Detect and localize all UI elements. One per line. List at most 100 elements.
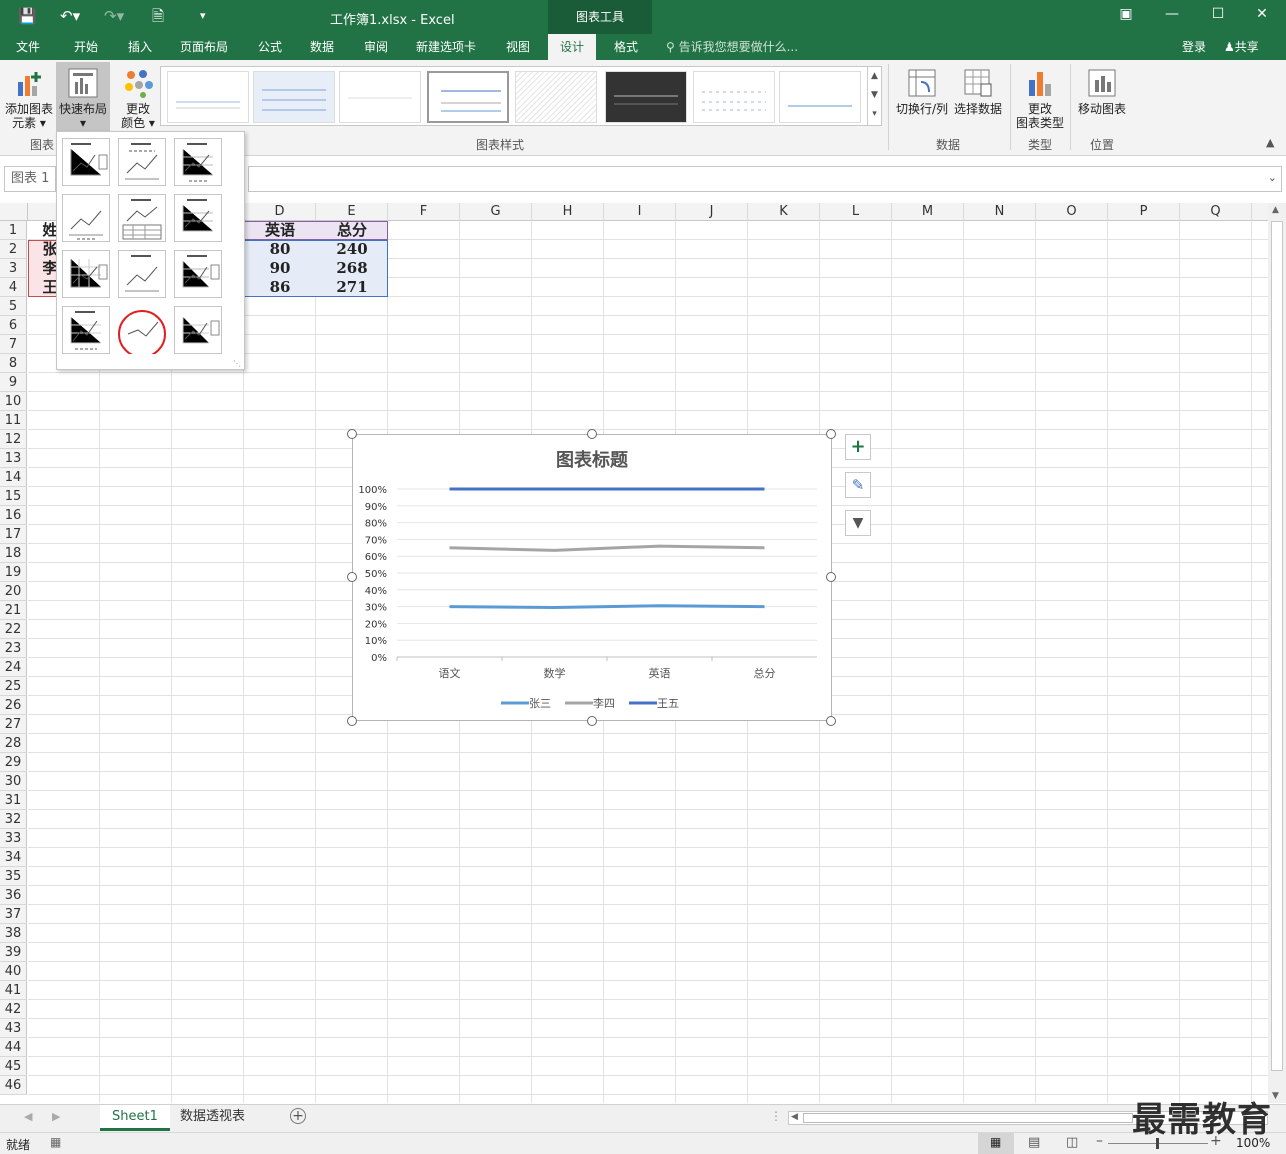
tab-home[interactable]: 开始 <box>74 38 98 56</box>
cell-d2[interactable]: 80 <box>244 240 316 259</box>
row-header[interactable]: 17 <box>0 525 27 544</box>
column-header[interactable]: Q <box>1180 203 1252 221</box>
select-data-button[interactable]: 选择数据 <box>952 68 1004 116</box>
vertical-scrollbar[interactable]: ▲ ▼ <box>1268 203 1286 1103</box>
row-header[interactable]: 20 <box>0 582 27 601</box>
tab-view[interactable]: 视图 <box>506 38 530 56</box>
row-header[interactable]: 21 <box>0 601 27 620</box>
tab-splitter-icon[interactable]: ⋮ <box>770 1109 782 1123</box>
column-header[interactable]: I <box>604 203 676 221</box>
formula-input[interactable]: ⌄ <box>248 166 1282 192</box>
tab-data[interactable]: 数据 <box>310 38 334 56</box>
resize-handle[interactable] <box>826 572 836 582</box>
layout-11[interactable] <box>118 306 166 358</box>
row-header[interactable]: 10 <box>0 392 27 411</box>
chart-style-7[interactable] <box>693 71 775 123</box>
expand-formula-icon[interactable]: ⌄ <box>1268 171 1277 184</box>
layout-12[interactable] <box>174 306 222 354</box>
row-header[interactable]: 15 <box>0 487 27 506</box>
gallery-scroll[interactable]: ▲ ▼ ▾ <box>867 67 881 125</box>
scroll-thumb[interactable] <box>1271 221 1283 1071</box>
close-button[interactable]: ✕ <box>1242 6 1282 22</box>
column-header[interactable]: P <box>1108 203 1180 221</box>
layout-8[interactable] <box>118 250 166 298</box>
row-header[interactable]: 12 <box>0 430 27 449</box>
chart-style-8[interactable] <box>779 71 861 123</box>
row-header[interactable]: 19 <box>0 563 27 582</box>
row-header[interactable]: 37 <box>0 905 27 924</box>
row-header[interactable]: 22 <box>0 620 27 639</box>
minimize-button[interactable]: — <box>1152 6 1192 22</box>
row-header[interactable]: 43 <box>0 1019 27 1038</box>
sheet-tab-sheet1[interactable]: Sheet1 <box>100 1105 170 1131</box>
tab-file[interactable]: 文件 <box>16 38 40 56</box>
chart-style-5[interactable] <box>515 71 597 123</box>
row-header[interactable]: 24 <box>0 658 27 677</box>
chart-style-1[interactable] <box>167 71 249 123</box>
resize-handle[interactable] <box>826 716 836 726</box>
customize-qat-icon[interactable]: ▾ <box>200 6 206 26</box>
undo-icon[interactable]: ↶▾ <box>60 6 80 26</box>
row-header[interactable]: 7 <box>0 335 27 354</box>
zoom-out-icon[interactable]: – <box>1096 1133 1103 1149</box>
change-chart-type-button[interactable]: 更改 图表类型 <box>1014 68 1066 130</box>
column-header[interactable]: M <box>892 203 964 221</box>
maximize-button[interactable]: ☐ <box>1198 6 1238 22</box>
row-header[interactable]: 32 <box>0 810 27 829</box>
change-colors-button[interactable]: 更改 颜色 ▾ <box>116 68 160 130</box>
row-header[interactable]: 8 <box>0 354 27 373</box>
row-header[interactable]: 41 <box>0 981 27 1000</box>
layout-3[interactable] <box>174 138 222 186</box>
view-normal-button[interactable]: ▦ <box>978 1133 1014 1154</box>
cell-d1[interactable]: 英语 <box>244 221 316 240</box>
column-header[interactable]: E <box>316 203 388 221</box>
row-header[interactable]: 30 <box>0 772 27 791</box>
row-header[interactable]: 14 <box>0 468 27 487</box>
share-button[interactable]: ♟共享 <box>1224 38 1259 56</box>
row-header[interactable]: 40 <box>0 962 27 981</box>
row-header[interactable]: 29 <box>0 753 27 772</box>
resize-handle[interactable] <box>587 716 597 726</box>
row-header[interactable]: 2 <box>0 240 27 259</box>
tab-formulas[interactable]: 公式 <box>258 38 282 56</box>
scroll-down-icon[interactable]: ▼ <box>1272 1091 1279 1101</box>
layout-4[interactable] <box>62 194 110 242</box>
tab-design[interactable]: 设计 <box>548 34 597 60</box>
new-file-icon[interactable]: 🗎 <box>152 6 164 26</box>
prev-sheet-icon[interactable]: ◀ <box>24 1110 32 1123</box>
tab-review[interactable]: 审阅 <box>364 38 388 56</box>
row-header[interactable]: 26 <box>0 696 27 715</box>
layout-1[interactable] <box>62 138 110 186</box>
chart-elements-plus-icon[interactable]: + <box>845 434 871 460</box>
line-chart[interactable]: 图表标题 0% 10% 20% 30% 40% 50% 60% 70% 80% 90% 100% 语文 数… <box>352 434 832 721</box>
cell-e2[interactable]: 240 <box>316 240 388 259</box>
redo-icon[interactable]: ↷▾ <box>104 6 124 26</box>
column-header[interactable]: O <box>1036 203 1108 221</box>
column-header[interactable]: G <box>460 203 532 221</box>
macro-record-icon[interactable]: ▦ <box>50 1135 61 1149</box>
login-link[interactable]: 登录 <box>1182 38 1206 56</box>
scroll-left-icon[interactable]: ◀ <box>791 1112 798 1122</box>
layout-2[interactable] <box>118 138 166 186</box>
row-header[interactable]: 4 <box>0 278 27 297</box>
page-layout-view-icon[interactable]: ▤ <box>1028 1135 1040 1150</box>
quick-layout-button[interactable]: 快速布局 ▾ <box>56 62 110 134</box>
row-header[interactable]: 16 <box>0 506 27 525</box>
sheet-tab-pivot[interactable]: 数据透视表 <box>168 1105 257 1131</box>
row-header[interactable]: 3 <box>0 259 27 278</box>
row-header[interactable]: 11 <box>0 411 27 430</box>
layout-7[interactable] <box>62 250 110 298</box>
column-header[interactable]: D <box>244 203 316 221</box>
cell-e1[interactable]: 总分 <box>316 221 388 240</box>
tell-me-box[interactable]: ⚲ 告诉我您想要做什么... <box>666 38 798 56</box>
row-header[interactable]: 13 <box>0 449 27 468</box>
column-header[interactable]: J <box>676 203 748 221</box>
row-header[interactable]: 18 <box>0 544 27 563</box>
resize-grip-icon[interactable]: ⋱ <box>233 359 241 368</box>
add-sheet-icon[interactable]: + <box>290 1108 306 1124</box>
next-sheet-icon[interactable]: ▶ <box>52 1110 60 1123</box>
resize-handle[interactable] <box>826 429 836 439</box>
cell-e3[interactable]: 268 <box>316 259 388 278</box>
chart-style-6[interactable] <box>605 71 687 123</box>
row-header[interactable]: 36 <box>0 886 27 905</box>
